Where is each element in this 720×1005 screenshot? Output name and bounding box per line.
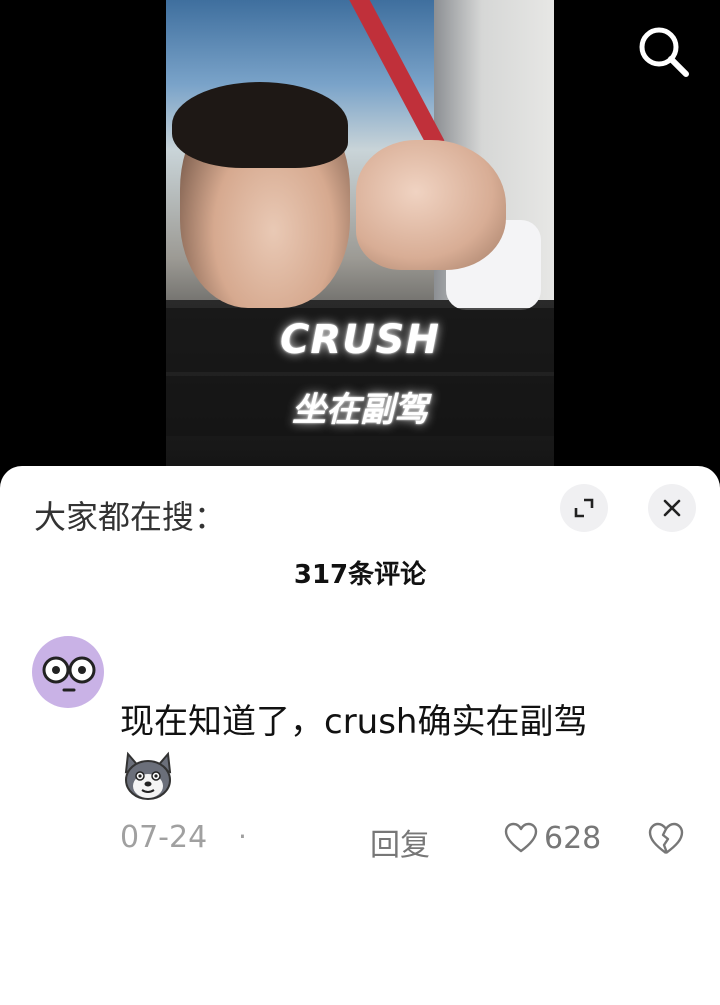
video-player[interactable]: CRUSH 坐在副驾 <box>166 0 554 470</box>
close-icon <box>663 499 681 517</box>
video-caption-top: CRUSH <box>280 317 440 363</box>
video-caption-bottom: 坐在副驾 <box>292 389 428 430</box>
comment-text: 现在知道了，crush确实在副驾 <box>120 702 588 742</box>
search-button[interactable] <box>634 22 694 82</box>
reply-button[interactable]: 回复 <box>370 820 430 864</box>
expand-button[interactable] <box>560 484 608 532</box>
video-subject-hand <box>356 140 506 270</box>
search-icon <box>639 27 689 77</box>
close-button[interactable] <box>648 484 696 532</box>
like-count: 628 <box>544 820 602 856</box>
meta-separator: · <box>238 820 247 853</box>
broken-heart-icon <box>648 822 684 854</box>
husky-emoji-icon <box>120 748 176 804</box>
heart-icon <box>504 822 538 853</box>
hot-search-label[interactable]: 大家都在搜： <box>34 492 226 538</box>
comment-count: 317条评论 <box>293 560 427 590</box>
video-background-crane <box>344 0 445 149</box>
video-subject-hair <box>172 82 348 168</box>
avatar[interactable] <box>32 636 104 708</box>
app-screen: CRUSH 坐在副驾 大家都在搜： 317条评论 现在知道了，crush确实在副… <box>0 0 720 1005</box>
avatar-face-icon <box>42 656 96 692</box>
dislike-button[interactable] <box>648 822 684 858</box>
comment-date: 07-24 <box>120 820 208 855</box>
expand-icon <box>574 498 594 518</box>
like-button[interactable]: 628 <box>504 818 601 858</box>
comments-panel: 大家都在搜： 317条评论 现在知道了，crush确实在副驾 07-24 · 回… <box>0 466 720 1005</box>
